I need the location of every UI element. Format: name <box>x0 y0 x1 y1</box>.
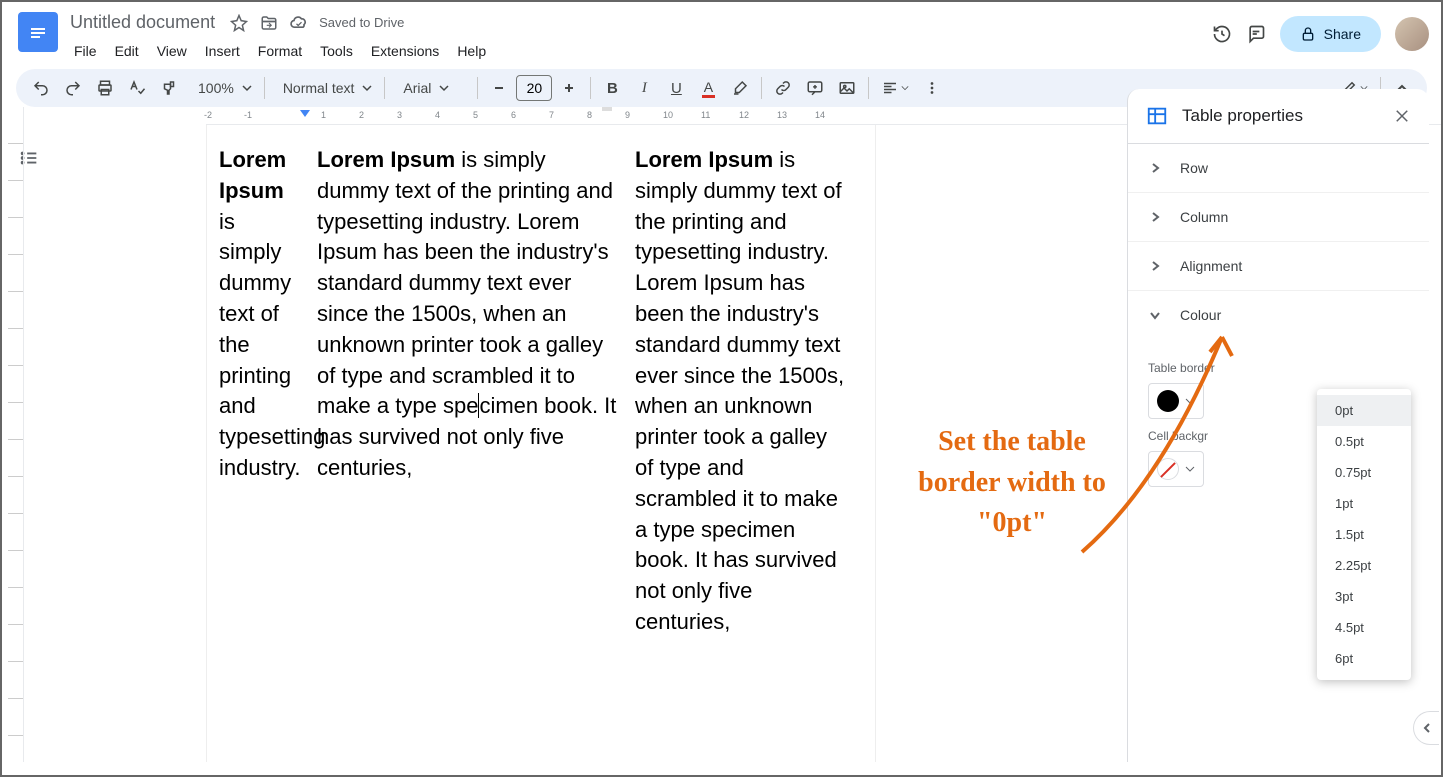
section-column[interactable]: Column <box>1128 193 1429 242</box>
table-icon <box>1146 105 1168 127</box>
add-comment-button[interactable] <box>800 73 830 103</box>
more-button[interactable] <box>917 73 947 103</box>
side-panel-toggle[interactable] <box>1413 711 1439 745</box>
history-icon[interactable] <box>1212 24 1232 44</box>
spellcheck-button[interactable] <box>122 73 152 103</box>
chevron-down-icon <box>1148 308 1162 322</box>
menu-tools[interactable]: Tools <box>312 39 361 63</box>
color-swatch-none <box>1157 458 1179 480</box>
border-width-option-0-5pt[interactable]: 0.5pt <box>1317 426 1411 457</box>
save-status: Saved to Drive <box>319 15 404 30</box>
indent-marker-icon[interactable] <box>299 109 311 121</box>
highlight-button[interactable] <box>725 73 755 103</box>
section-label: Column <box>1180 209 1228 225</box>
comment-icon[interactable] <box>1246 24 1266 44</box>
table-properties-panel: Table properties Row Column Alignment Co… <box>1127 89 1429 762</box>
close-panel-button[interactable] <box>1393 107 1411 125</box>
zoom-value: 100% <box>192 80 240 96</box>
zoom-dropdown[interactable]: 100% <box>186 80 258 96</box>
menu-view[interactable]: View <box>149 39 195 63</box>
move-icon[interactable] <box>259 13 279 33</box>
font-value: Arial <box>397 80 437 96</box>
font-dropdown[interactable]: Arial <box>391 80 471 96</box>
italic-button[interactable]: I <box>629 73 659 103</box>
chevron-right-icon <box>1148 161 1162 175</box>
document-page[interactable]: Lorem Ipsum is simply dummy text of the … <box>206 125 876 762</box>
link-button[interactable] <box>768 73 798 103</box>
menubar: File Edit View Insert Format Tools Exten… <box>66 35 1212 69</box>
tab-marker[interactable] <box>602 107 612 111</box>
text-color-button[interactable]: A <box>693 73 723 103</box>
chevron-right-icon <box>1148 259 1162 273</box>
table-border-label: Table border <box>1148 361 1409 375</box>
redo-button[interactable] <box>58 73 88 103</box>
style-value: Normal text <box>277 80 361 96</box>
chevron-right-icon <box>1148 210 1162 224</box>
section-colour[interactable]: Colour <box>1128 291 1429 339</box>
font-size-input[interactable]: 20 <box>516 75 552 101</box>
border-width-option-4-5pt[interactable]: 4.5pt <box>1317 612 1411 643</box>
border-width-option-6pt[interactable]: 6pt <box>1317 643 1411 674</box>
star-icon[interactable] <box>229 13 249 33</box>
menu-extensions[interactable]: Extensions <box>363 39 447 63</box>
paint-format-button[interactable] <box>154 73 184 103</box>
underline-button[interactable]: U <box>661 73 691 103</box>
menu-edit[interactable]: Edit <box>107 39 147 63</box>
table-cell-1[interactable]: Lorem Ipsum is simply dummy text of the … <box>219 145 299 638</box>
share-button[interactable]: Share <box>1280 16 1381 52</box>
undo-button[interactable] <box>26 73 56 103</box>
print-button[interactable] <box>90 73 120 103</box>
menu-insert[interactable]: Insert <box>197 39 248 63</box>
border-color-picker[interactable] <box>1148 383 1204 419</box>
app-header: Untitled document Saved to Drive File Ed… <box>2 2 1441 69</box>
docs-logo[interactable] <box>18 12 58 52</box>
border-width-option-1pt[interactable]: 1pt <box>1317 488 1411 519</box>
bold-button[interactable]: B <box>597 73 627 103</box>
decrease-font-button[interactable] <box>484 73 514 103</box>
table-cell-2[interactable]: Lorem Ipsum is simply dummy text of the … <box>317 145 617 638</box>
section-label: Alignment <box>1180 258 1242 274</box>
background-color-picker[interactable] <box>1148 451 1204 487</box>
border-width-dropdown: 0pt 0.5pt 0.75pt 1pt 1.5pt 2.25pt 3pt 4.… <box>1317 389 1411 680</box>
section-label: Row <box>1180 160 1208 176</box>
border-width-option-0pt[interactable]: 0pt <box>1317 395 1411 426</box>
panel-title: Table properties <box>1182 106 1379 126</box>
share-label: Share <box>1324 26 1361 42</box>
increase-font-button[interactable] <box>554 73 584 103</box>
menu-file[interactable]: File <box>66 39 105 63</box>
border-width-option-1-5pt[interactable]: 1.5pt <box>1317 519 1411 550</box>
menu-format[interactable]: Format <box>250 39 310 63</box>
border-width-option-2-25pt[interactable]: 2.25pt <box>1317 550 1411 581</box>
section-row[interactable]: Row <box>1128 144 1429 193</box>
table: Lorem Ipsum is simply dummy text of the … <box>207 125 875 658</box>
border-width-option-3pt[interactable]: 3pt <box>1317 581 1411 612</box>
section-alignment[interactable]: Alignment <box>1128 242 1429 291</box>
document-title[interactable]: Untitled document <box>66 10 219 35</box>
image-button[interactable] <box>832 73 862 103</box>
style-dropdown[interactable]: Normal text <box>271 80 379 96</box>
color-swatch-black <box>1157 390 1179 412</box>
section-label: Colour <box>1180 307 1221 323</box>
vertical-ruler <box>8 107 24 762</box>
align-dropdown[interactable] <box>875 79 915 97</box>
border-width-option-0-75pt[interactable]: 0.75pt <box>1317 457 1411 488</box>
menu-help[interactable]: Help <box>449 39 494 63</box>
table-cell-3[interactable]: Lorem Ipsum is simply dummy text of the … <box>635 145 845 638</box>
avatar[interactable] <box>1395 17 1429 51</box>
cloud-icon[interactable] <box>289 13 309 33</box>
